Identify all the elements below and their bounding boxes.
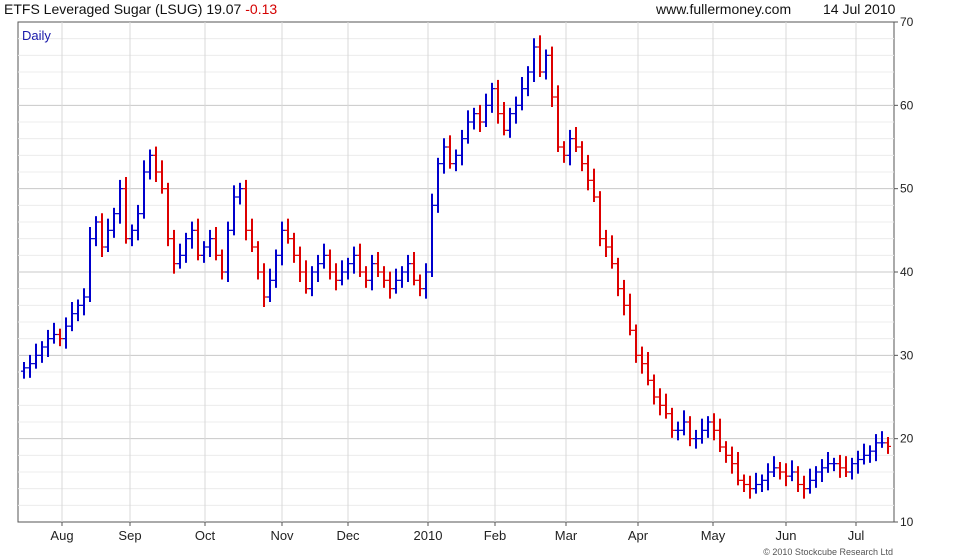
x-tick-label: Jul [848, 528, 865, 543]
y-tick-label: 40 [900, 265, 914, 279]
x-tick-label: Jun [776, 528, 797, 543]
y-tick-label: 10 [900, 515, 914, 529]
x-tick-label: Apr [628, 528, 649, 543]
x-tick-label: May [701, 528, 726, 543]
y-tick-label: 60 [900, 98, 914, 112]
chart-stage: ETFS Leveraged Sugar (LSUG) 19.07 -0.13 … [0, 0, 980, 560]
copyright-notice: © 2010 Stockcube Research Ltd [763, 547, 893, 557]
y-tick-label: 50 [900, 182, 914, 196]
y-tick-label: 70 [900, 15, 914, 29]
x-axis: Aug Sep Oct Nov Dec 2010 Feb Mar Apr May Jun Jul [50, 522, 864, 543]
x-tick-label: Oct [195, 528, 216, 543]
period-label: Daily [22, 28, 51, 43]
x-tick-label: Nov [270, 528, 294, 543]
x-tick-label: Sep [118, 528, 141, 543]
y-axis: 10 20 30 40 50 60 70 [894, 15, 914, 529]
x-tick-label: Aug [50, 528, 73, 543]
x-tick-label: Mar [555, 528, 578, 543]
x-tick-label: 2010 [414, 528, 443, 543]
x-tick-label: Dec [336, 528, 360, 543]
price-chart: 10 20 30 40 50 60 70 Aug Sep Oct Nov Dec 2010 Feb Mar… [17, 15, 914, 557]
y-tick-label: 30 [900, 348, 914, 362]
y-tick-label: 20 [900, 432, 914, 446]
x-tick-label: Feb [484, 528, 506, 543]
